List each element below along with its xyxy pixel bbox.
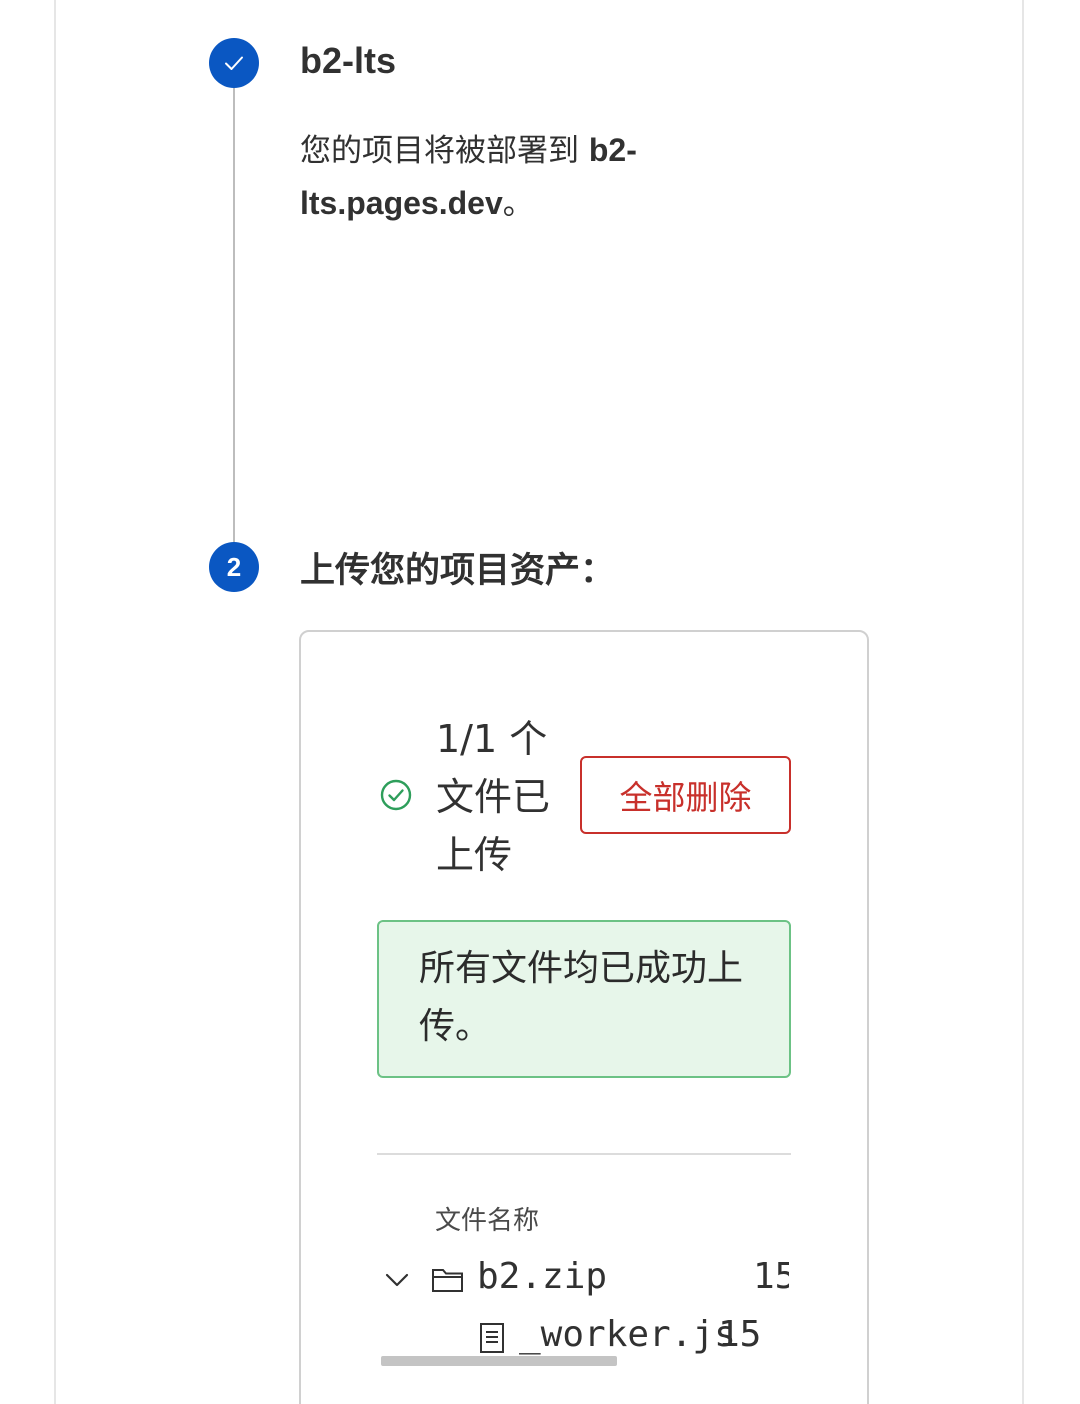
project-name-title: b2-lts: [300, 40, 397, 81]
upload-assets-title: 上传您的项目资产：: [300, 551, 616, 591]
check-circle-icon: [380, 779, 412, 811]
divider: [377, 1153, 791, 1155]
file-tree-row[interactable]: _worker.js 15: [383, 1312, 789, 1362]
step-2-indicator: 2: [209, 542, 259, 592]
file-tree-row[interactable]: b2.zip 15: [383, 1254, 789, 1304]
horizontal-scrollbar[interactable]: [381, 1356, 617, 1366]
check-icon: [225, 56, 243, 70]
deploy-description-suffix: 。: [502, 186, 534, 222]
folder-icon: [432, 1269, 463, 1292]
upload-success-alert: 所有文件均已成功上传。: [377, 920, 791, 1078]
upload-success-message: 所有文件均已成功上传。: [419, 948, 744, 1047]
chevron-down-icon[interactable]: [383, 1266, 411, 1294]
deploy-description-text: 您的项目将被部署到: [300, 133, 589, 169]
column-header-filename: 文件名称: [435, 1206, 540, 1236]
upload-status-text: 1/1 个文件已上传: [436, 717, 551, 877]
file-name: _worker.js: [519, 1314, 736, 1355]
step-1-complete-indicator: [209, 38, 259, 88]
step-connector-line: [233, 86, 235, 546]
page: b2-lts 您的项目将被部署到 b2-lts.pages.dev。 2 上传您…: [0, 0, 1080, 1404]
delete-all-button[interactable]: 全部删除: [580, 756, 791, 834]
file-icon: [480, 1323, 504, 1353]
file-name: b2.zip: [477, 1256, 608, 1297]
file-size: 15: [753, 1256, 789, 1297]
file-size: 15: [718, 1314, 762, 1355]
deploy-description: 您的项目将被部署到 b2-lts.pages.dev。: [300, 124, 700, 230]
